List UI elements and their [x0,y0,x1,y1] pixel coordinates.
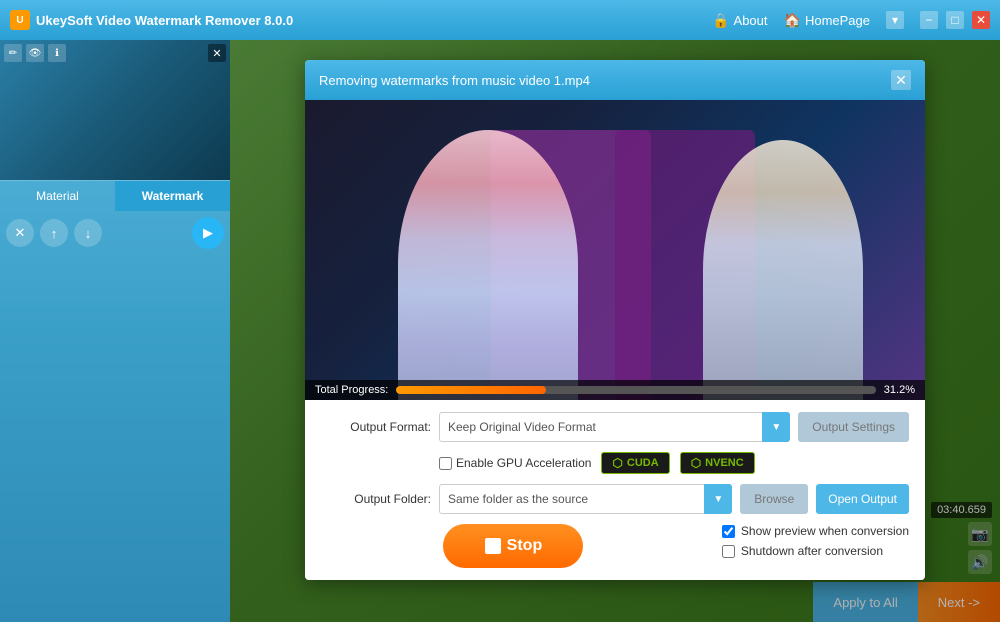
dialog-close-btn[interactable]: ✕ [891,70,911,90]
cuda-badge[interactable]: ⬡ CUDA [601,452,669,474]
close-btn[interactable]: ✕ [972,11,990,29]
material-tab[interactable]: Material [0,181,115,211]
play-btn[interactable]: ▶ [192,217,224,249]
thumbnail-close-btn[interactable]: ✕ [208,44,226,62]
window-controls: − □ ✕ [920,11,990,29]
output-folder-select-wrapper: Same folder as the source ▼ [439,484,732,514]
dialog-controls: Output Format: Keep Original Video Forma… [305,400,925,580]
app-logo: U UkeySoft Video Watermark Remover 8.0.0 [10,10,293,30]
sidebar-controls: ✕ ↑ ↓ ▶ [0,211,230,255]
output-folder-row: Output Folder: Same folder as the source… [321,484,909,514]
info-icon-btn[interactable]: ℹ [48,44,66,62]
stop-btn-area: Stop [321,524,706,568]
progress-fill [396,386,546,394]
conversion-dialog: Removing watermarks from music video 1.m… [305,60,925,580]
figure-right [703,140,863,400]
delete-btn[interactable]: ✕ [6,219,34,247]
output-folder-select[interactable]: Same folder as the source [439,484,732,514]
move-up-btn[interactable]: ↑ [40,219,68,247]
progress-label: Total Progress: [315,384,388,396]
main-content: 03:40.659 📷 🔊 Removing watermarks from m… [230,40,1000,622]
eye-icon-btn[interactable]: 👁 [26,44,44,62]
sidebar-tabs: Material Watermark [0,180,230,211]
dialog-title: Removing watermarks from music video 1.m… [319,73,590,88]
logo-icon: U [10,10,30,30]
gpu-row: Enable GPU Acceleration ⬡ CUDA ⬡ NVENC [321,452,909,474]
homepage-link[interactable]: 🏠 HomePage [784,12,870,29]
move-down-btn[interactable]: ↓ [74,219,102,247]
sidebar-thumbnail: ✏ 👁 ℹ ✕ [0,40,230,180]
output-settings-btn[interactable]: Output Settings [798,412,909,442]
sidebar: ✏ 👁 ℹ ✕ Material Watermark ✕ ↑ ↓ ▶ [0,40,230,622]
video-preview: Total Progress: 31.2% [305,100,925,400]
show-preview-checkbox[interactable] [722,525,735,538]
output-format-select-wrapper: Keep Original Video Format ▼ [439,412,790,442]
output-format-row: Output Format: Keep Original Video Forma… [321,412,909,442]
output-folder-label: Output Folder: [321,492,431,506]
enable-gpu-label[interactable]: Enable GPU Acceleration [439,456,591,470]
open-output-btn[interactable]: Open Output [816,484,909,514]
nvenc-badge[interactable]: ⬡ NVENC [680,452,755,474]
show-preview-option[interactable]: Show preview when conversion [722,524,909,538]
shutdown-checkbox[interactable] [722,545,735,558]
side-options: Show preview when conversion Shutdown af… [722,524,909,558]
thumbnail-close-area: ✕ [208,44,226,62]
video-frame [305,100,925,400]
progress-bar-container: Total Progress: 31.2% [305,380,925,400]
output-format-select[interactable]: Keep Original Video Format [439,412,790,442]
about-link[interactable]: 🔒 About [712,12,767,29]
figure-left [398,130,578,400]
bottom-row: Stop Show preview when conversion Shutdo… [321,524,909,568]
app-title: UkeySoft Video Watermark Remover 8.0.0 [36,13,293,28]
enable-gpu-checkbox[interactable] [439,457,452,470]
dialog-header: Removing watermarks from music video 1.m… [305,60,925,100]
maximize-btn[interactable]: □ [946,11,964,29]
dialog-overlay: Removing watermarks from music video 1.m… [230,40,1000,622]
dropdown-btn[interactable]: ▾ [886,11,904,29]
stop-icon [485,538,501,554]
minimize-btn[interactable]: − [920,11,938,29]
browse-btn[interactable]: Browse [740,484,808,514]
title-nav: 🔒 About 🏠 HomePage ▾ [712,11,904,29]
main-layout: ✏ 👁 ℹ ✕ Material Watermark ✕ ↑ ↓ ▶ 03:40… [0,40,1000,622]
watermark-tab[interactable]: Watermark [115,181,230,211]
edit-icon-btn[interactable]: ✏ [4,44,22,62]
title-bar: U UkeySoft Video Watermark Remover 8.0.0… [0,0,1000,40]
output-format-label: Output Format: [321,420,431,434]
progress-percentage: 31.2% [884,384,915,396]
shutdown-option[interactable]: Shutdown after conversion [722,544,909,558]
progress-track [396,386,875,394]
thumbnail-icons: ✏ 👁 ℹ [4,44,66,62]
stop-btn[interactable]: Stop [443,524,583,568]
